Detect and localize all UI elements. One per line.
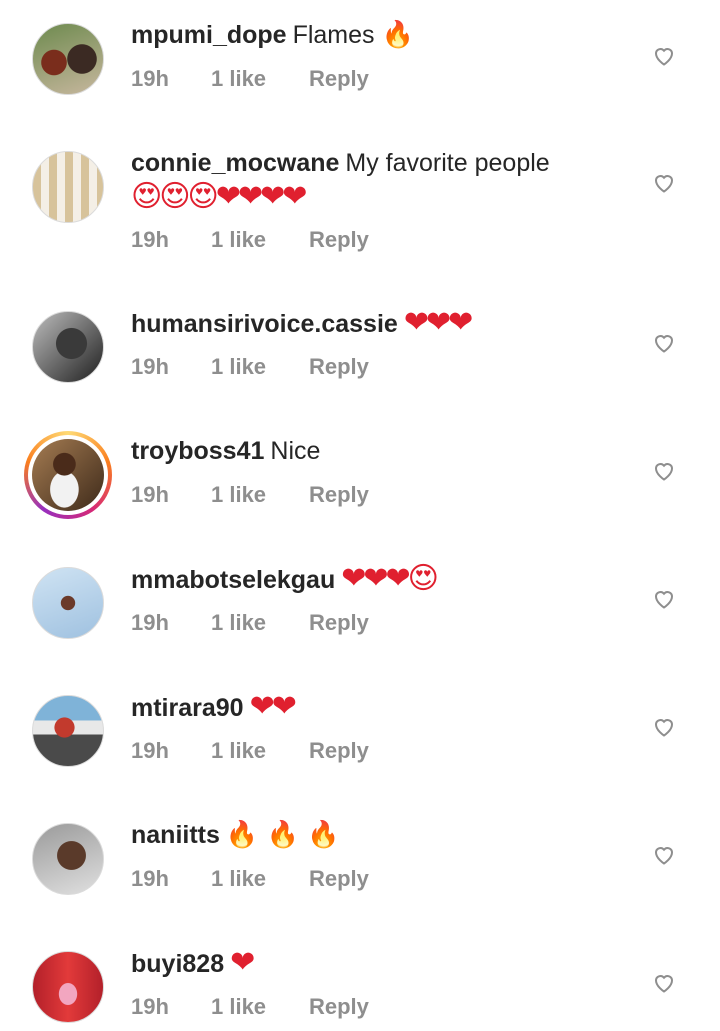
comment-time: 19h bbox=[131, 738, 169, 763]
comment-emoji: ❤❤ bbox=[249, 689, 297, 724]
reply-button[interactable]: Reply bbox=[309, 66, 369, 92]
comment-likes[interactable]: 1 like bbox=[211, 482, 309, 508]
comment-username[interactable]: mpumi_dope bbox=[131, 21, 287, 49]
comment-likes[interactable]: 1 like bbox=[211, 354, 309, 380]
heart-outline-icon[interactable] bbox=[652, 971, 676, 995]
heart-outline-icon[interactable] bbox=[652, 843, 676, 867]
comment-likes[interactable]: 1 like bbox=[211, 66, 309, 92]
comment-emoji: 😍😍😍❤❤❤❤ bbox=[131, 179, 307, 214]
comment-time: 19h bbox=[131, 66, 169, 91]
reply-button[interactable]: Reply bbox=[309, 482, 369, 508]
heart-outline-icon[interactable] bbox=[652, 715, 676, 739]
avatar[interactable] bbox=[32, 311, 104, 383]
comment-likes[interactable]: 1 like bbox=[211, 994, 309, 1020]
avatar[interactable] bbox=[32, 951, 104, 1023]
reply-button[interactable]: Reply bbox=[309, 866, 369, 892]
comment-username[interactable]: troyboss41 bbox=[131, 437, 264, 465]
comment-emoji: 🔥 🔥 🔥 bbox=[225, 820, 340, 850]
heart-outline-icon[interactable] bbox=[652, 171, 676, 195]
comment-text: Nice bbox=[270, 437, 321, 465]
comment-likes[interactable]: 1 like bbox=[211, 738, 309, 764]
comment-likes[interactable]: 1 like bbox=[211, 866, 309, 892]
comment-time: 19h bbox=[131, 482, 169, 507]
reply-button[interactable]: Reply bbox=[309, 610, 369, 636]
avatar[interactable] bbox=[32, 151, 104, 223]
avatar[interactable] bbox=[32, 567, 104, 639]
comment-username[interactable]: humansirivoice.cassie bbox=[131, 310, 398, 338]
comment-emoji: 🔥 bbox=[381, 20, 414, 50]
comment-time: 19h bbox=[131, 994, 169, 1019]
comment-likes[interactable]: 1 like bbox=[211, 227, 309, 253]
avatar[interactable] bbox=[32, 823, 104, 895]
reply-button[interactable]: Reply bbox=[309, 738, 369, 764]
heart-outline-icon[interactable] bbox=[652, 587, 676, 611]
comment-emoji: ❤❤❤ bbox=[403, 305, 473, 340]
heart-outline-icon[interactable] bbox=[652, 331, 676, 355]
comment-emoji: ❤ bbox=[230, 945, 255, 980]
reply-button[interactable]: Reply bbox=[309, 227, 369, 253]
comment-emoji: ❤❤❤😍 bbox=[341, 561, 439, 596]
comment-time: 19h bbox=[131, 610, 169, 635]
comment-time: 19h bbox=[131, 354, 169, 379]
heart-outline-icon[interactable] bbox=[652, 459, 676, 483]
comment-text: Flames bbox=[292, 21, 375, 49]
comment-likes[interactable]: 1 like bbox=[211, 610, 309, 636]
avatar[interactable] bbox=[32, 23, 104, 95]
comment-username[interactable]: mmabotselekgau bbox=[131, 566, 335, 594]
reply-button[interactable]: Reply bbox=[309, 994, 369, 1020]
comment-username[interactable]: buyi828 bbox=[131, 950, 224, 978]
comment-username[interactable]: connie_mocwane bbox=[131, 149, 339, 177]
avatar[interactable] bbox=[24, 431, 112, 519]
comment-username[interactable]: naniitts bbox=[131, 821, 220, 849]
comment-text: My favorite people bbox=[345, 149, 550, 177]
comment-time: 19h bbox=[131, 227, 169, 252]
avatar[interactable] bbox=[32, 695, 104, 767]
comment-username[interactable]: mtirara90 bbox=[131, 694, 244, 722]
comment-time: 19h bbox=[131, 866, 169, 891]
reply-button[interactable]: Reply bbox=[309, 354, 369, 380]
heart-outline-icon[interactable] bbox=[652, 44, 676, 68]
